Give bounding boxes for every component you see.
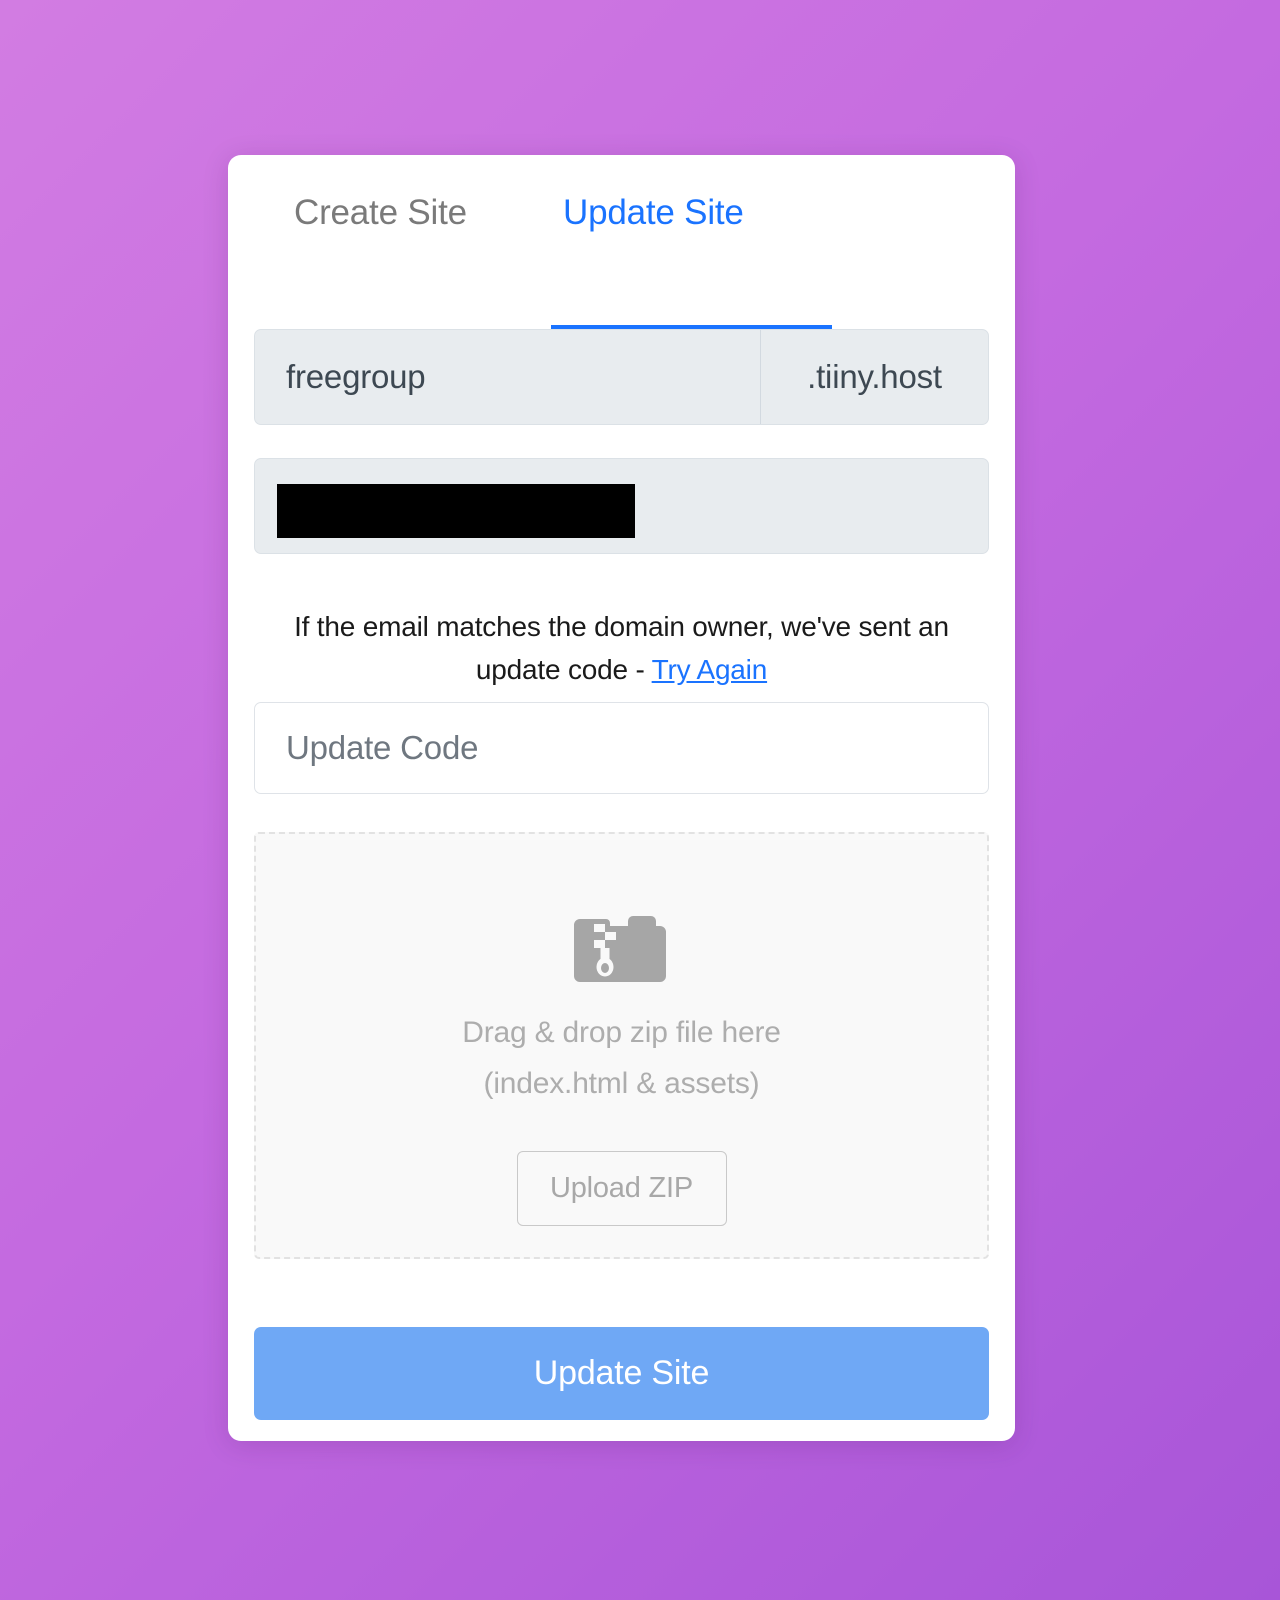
tab-create-site[interactable]: Create Site	[294, 195, 467, 230]
email-redaction-bar	[277, 484, 635, 538]
update-code-input[interactable]: Update Code	[254, 702, 989, 794]
tab-update-site[interactable]: Update Site	[563, 195, 744, 230]
update-site-submit-button[interactable]: Update Site	[254, 1327, 989, 1420]
upload-zip-button[interactable]: Upload ZIP	[516, 1151, 727, 1226]
email-field[interactable]	[254, 458, 989, 554]
tab-bar: Create Site Update Site	[254, 195, 989, 340]
status-message-text: If the email matches the domain owner, w…	[294, 611, 949, 685]
page-root: Create Site Update Site freegroup .tiiny…	[0, 0, 1280, 1600]
domain-field-group[interactable]: freegroup .tiiny.host	[254, 329, 989, 425]
domain-suffix-label: .tiiny.host	[760, 330, 988, 424]
dropzone-secondary-text: (index.html & assets)	[483, 1067, 760, 1100]
dropzone-primary-text: Drag & drop zip file here	[462, 1016, 781, 1049]
file-dropzone[interactable]: Drag & drop zip file here (index.html & …	[254, 832, 989, 1259]
file-archive-icon	[573, 916, 666, 982]
status-message: If the email matches the domain owner, w…	[254, 605, 989, 691]
site-card: Create Site Update Site freegroup .tiiny…	[228, 155, 1015, 1441]
subdomain-input[interactable]: freegroup	[255, 330, 760, 424]
update-code-placeholder: Update Code	[286, 729, 479, 766]
try-again-link[interactable]: Try Again	[652, 654, 768, 685]
